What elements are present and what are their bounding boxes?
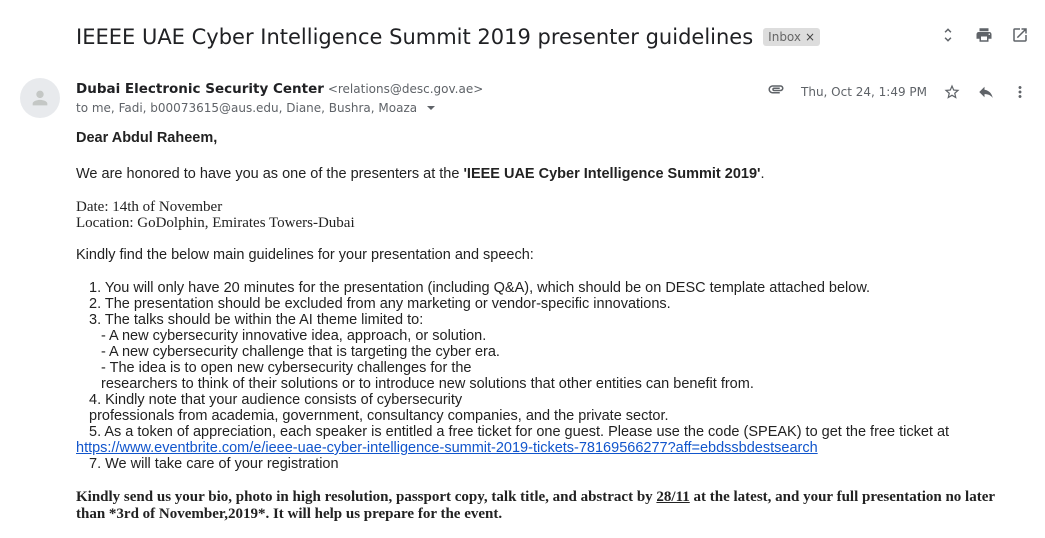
event-date: Date: 14th of November [76, 199, 223, 215]
list-subitem: - The idea is to open new cybersecurity … [101, 360, 472, 376]
list-item: 4. Kindly note that your audience consis… [89, 392, 463, 408]
list-item: 3. The talks should be within the AI the… [89, 312, 424, 328]
closing-prefix: Kindly send us your bio, photo in high r… [76, 489, 657, 505]
list-subitem: - A new cybersecurity challenge that is … [101, 344, 500, 360]
intro-paragraph: We are honored to have you as one of the… [76, 166, 1025, 182]
list-item-continued: professionals from academia, government,… [89, 408, 669, 424]
intro-prefix: We are honored to have you as one of the… [76, 166, 464, 182]
event-details: Date: 14th of November Location: GoDolph… [76, 199, 1025, 231]
more-vert-icon[interactable] [1011, 83, 1029, 101]
list-subitem: - A new cybersecurity innovative idea, a… [101, 328, 487, 344]
intro-suffix: . [760, 166, 765, 182]
message-date: Thu, Oct 24, 1:49 PM [801, 84, 927, 99]
print-icon[interactable] [975, 26, 993, 44]
eventbrite-link[interactable]: https://www.eventbrite.com/e/ieee-uae-cy… [76, 440, 818, 456]
person-icon [32, 90, 48, 106]
recipients-text: to me, Fadi, b00073615@aus.edu, Diane, B… [76, 101, 418, 115]
list-item: 7. We will take care of your registratio… [89, 456, 339, 472]
list-subitem-continued: researchers to think of their solutions … [101, 376, 754, 392]
sender-row: Dubai Electronic Security Center <relati… [76, 80, 483, 97]
open-in-new-icon[interactable] [1011, 26, 1029, 44]
list-item: 5. As a token of appreciation, each spea… [89, 424, 950, 440]
unfold-icon[interactable] [939, 26, 957, 44]
remove-label-button[interactable]: × [805, 30, 815, 44]
email-subject: IEEEE UAE Cyber Intelligence Summit 2019… [76, 25, 754, 49]
thread-actions [939, 26, 1029, 44]
reply-icon[interactable] [977, 83, 995, 101]
closing-paragraph: Kindly send us your bio, photo in high r… [76, 489, 1025, 523]
show-details-icon[interactable] [427, 106, 436, 110]
list-item: 2. The presentation should be excluded f… [89, 296, 671, 312]
sender-name[interactable]: Dubai Electronic Security Center [76, 81, 324, 97]
guidelines-list: 1. You will only have 20 minutes for the… [76, 280, 1025, 472]
list-item: 1. You will only have 20 minutes for the… [89, 280, 871, 296]
message-body: Dear Abdul Raheem, We are honored to hav… [76, 128, 1025, 523]
sender-avatar[interactable] [20, 78, 60, 118]
attachment-icon [767, 80, 785, 103]
subject-row: IEEEE UAE Cyber Intelligence Summit 2019… [76, 22, 1045, 52]
guidelines-intro: Kindly find the below main guidelines fo… [76, 247, 534, 263]
message-meta: Thu, Oct 24, 1:49 PM [767, 80, 1029, 103]
event-location: Location: GoDolphin, Emirates Towers-Dub… [76, 215, 355, 231]
greeting: Dear Abdul Raheem, [76, 130, 218, 146]
star-icon[interactable] [943, 83, 961, 101]
intro-event: 'IEEE UAE Cyber Intelligence Summit 2019… [463, 166, 761, 182]
recipients-row: to me, Fadi, b00073615@aus.edu, Diane, B… [76, 101, 436, 115]
closing-date: 28/11 [656, 489, 690, 505]
sender-email: <relations@desc.gov.ae> [327, 82, 484, 96]
inbox-label[interactable]: Inbox × [763, 28, 821, 46]
inbox-label-text: Inbox [768, 30, 802, 44]
